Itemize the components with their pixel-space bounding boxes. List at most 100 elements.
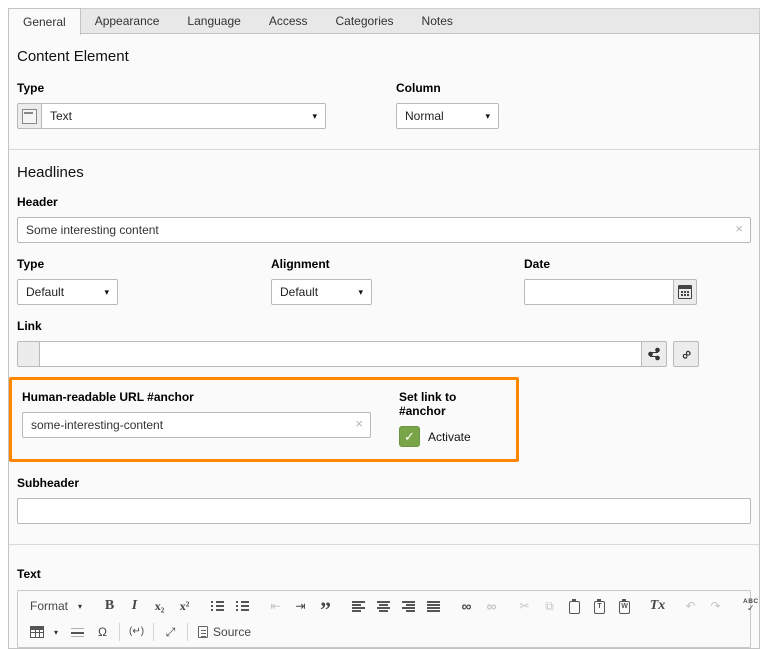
field-column: Column Normal ▾ [396,67,499,129]
type-select[interactable]: Text ▾ [42,103,326,129]
numbered-list-icon [211,601,224,612]
blockquote-icon: ” [320,598,331,614]
outdent-icon[interactable]: ⇤ [264,595,287,617]
link-icon[interactable]: ∞ [455,595,478,617]
align-right-icon [402,601,415,612]
paste-from-word-icon[interactable]: W [613,595,636,617]
undo-icon[interactable]: ↶ [679,595,702,617]
numbered-list-icon[interactable] [206,595,229,617]
rich-text-editor: Format▾BIx₂x²⇤⇥”∞∞✂⧉TWTx↶↷ABC✓▾ ▾Ω(↵)⤢So… [17,590,751,648]
content-element-icon [22,109,37,124]
record-browser-icon [647,347,661,361]
paste-icon[interactable] [563,595,586,617]
special-character-icon[interactable]: Ω [91,621,114,643]
align-left-icon [352,601,365,612]
content-type-addon [17,103,42,129]
soft-hyphen-icon: (↵) [129,621,144,643]
link-icon-addon [17,341,40,367]
calendar-icon[interactable] [674,279,697,305]
chevron-down-icon: ▾ [78,602,82,611]
italic-icon[interactable]: I [123,595,146,617]
rte-toolbar-row-2: ▾ Ω (↵) ⤢ Source [23,621,745,643]
format-dropdown[interactable]: Format▾ [23,595,89,617]
indent-icon: ⇥ [296,595,306,617]
date-input[interactable] [524,279,674,305]
toolbar-separator [153,623,154,641]
header-input[interactable] [17,217,751,243]
table-dropdown[interactable]: ▾ [23,621,65,643]
alignment-value: Default [280,285,318,299]
tab-notes[interactable]: Notes [408,9,467,33]
soft-hyphen-icon[interactable]: (↵) [125,621,148,643]
copy-icon[interactable]: ⧉ [538,595,561,617]
subscript-icon: x₂ [155,595,165,617]
clear-icon[interactable]: × [735,222,743,236]
date-label: Date [524,257,697,271]
clear-icon[interactable]: × [355,417,363,431]
spellcheck-dropdown[interactable]: ABC✓▾ [736,595,768,617]
subscript-icon[interactable]: x₂ [148,595,171,617]
horizontal-line-icon [71,627,84,638]
special-character-icon: Ω [98,621,107,643]
alignment-select[interactable]: Default ▾ [271,279,372,305]
column-label: Column [396,81,499,95]
field-type: Type Text ▾ [17,67,396,129]
text-label: Text [17,567,751,581]
activate-checkbox[interactable]: ✓ [399,426,420,447]
cut-icon[interactable]: ✂ [513,595,536,617]
align-center-icon[interactable] [372,595,395,617]
paste-icon [569,601,580,614]
paste-from-word-icon: W [619,601,630,614]
section-heading: Content Element [17,48,751,65]
toolbar-separator [119,623,120,641]
paste-plain-text-icon[interactable]: T [588,595,611,617]
chevron-down-icon: ▾ [485,111,490,122]
copy-icon: ⧉ [545,595,554,617]
redo-icon[interactable]: ↷ [704,595,727,617]
indent-icon[interactable]: ⇥ [289,595,312,617]
source-button[interactable]: Source [193,621,256,643]
align-left-icon[interactable] [347,595,370,617]
header-type-value: Default [26,285,64,299]
bullet-list-icon[interactable] [231,595,254,617]
link-input[interactable] [40,341,642,367]
unlink-icon: ∞ [487,595,497,617]
column-select-value: Normal [405,109,444,123]
tab-access[interactable]: Access [255,9,322,33]
bold-icon[interactable]: B [98,595,121,617]
header-label: Header [17,195,751,209]
unlink-icon[interactable]: ∞ [480,595,503,617]
column-select[interactable]: Normal ▾ [396,103,499,129]
toolbar-separator [187,623,188,641]
align-center-icon [377,601,390,612]
cut-icon: ✂ [520,595,530,617]
chevron-down-icon: ▾ [312,111,317,122]
outdent-icon: ⇤ [271,595,281,617]
human-readable-url-input[interactable] [22,412,371,438]
bullet-list-icon [236,601,249,612]
subheader-input[interactable] [17,498,751,524]
tab-language[interactable]: Language [173,9,254,33]
link-wizard-button[interactable]: ∞ [673,341,699,367]
header-type-select[interactable]: Default ▾ [17,279,118,305]
horizontal-line-icon[interactable] [66,621,89,643]
tab-general[interactable]: General [8,8,81,35]
header-type-label: Type [17,257,271,271]
human-readable-url-label: Human-readable URL #anchor [22,390,371,404]
paste-plain-text-icon-letter: T [597,603,601,611]
blockquote-icon[interactable]: ” [314,595,337,617]
type-select-value: Text [50,109,72,123]
field-date: Date [524,243,697,305]
record-browser-button[interactable] [642,341,667,367]
remove-format-icon[interactable]: Tx [646,595,669,617]
section-heading: Headlines [17,164,751,181]
tab-appearance[interactable]: Appearance [81,9,174,33]
superscript-icon[interactable]: x² [173,595,196,617]
tab-categories[interactable]: Categories [322,9,408,33]
document-icon [198,626,208,638]
remove-format-icon: Tx [650,595,666,617]
align-right-icon[interactable] [397,595,420,617]
check-icon: ✓ [747,604,755,613]
maximize-icon[interactable]: ⤢ [159,621,182,643]
align-justify-icon[interactable] [422,595,445,617]
